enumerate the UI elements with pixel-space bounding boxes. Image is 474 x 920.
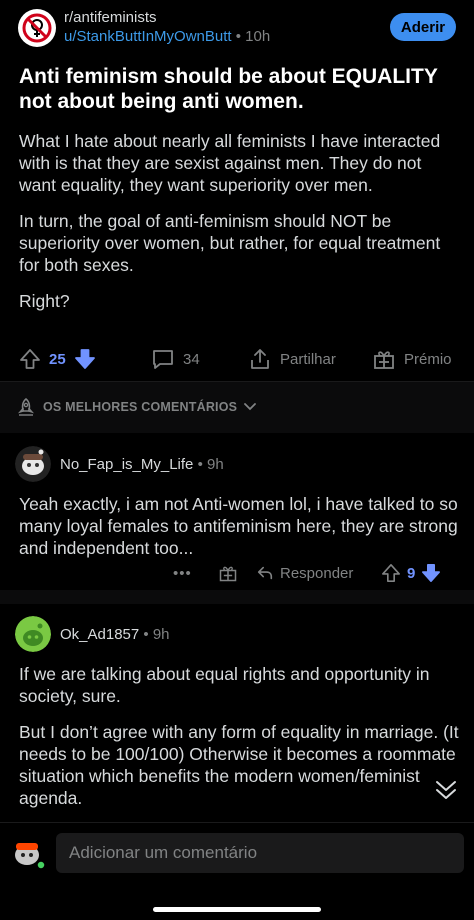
comment-count: 34 xyxy=(183,350,200,368)
comment-vote-count: 9 xyxy=(407,564,416,582)
comment-age: 9h xyxy=(152,626,170,643)
avatar[interactable] xyxy=(15,446,51,482)
comment-author-name[interactable]: Ok_Ad1857 xyxy=(60,626,139,643)
no-feminism-symbol-icon xyxy=(22,13,52,43)
post-author-link[interactable]: u/StankButtInMyOwnButt xyxy=(64,28,232,45)
award-button[interactable] xyxy=(218,560,238,586)
post-paragraph: In turn, the goal of anti-feminism shoul… xyxy=(19,211,441,275)
meta-separator: • xyxy=(193,456,207,473)
post-paragraph: What I hate about nearly all feminists I… xyxy=(19,131,441,195)
subreddit-icon[interactable] xyxy=(18,9,56,47)
share-label: Partilhar xyxy=(280,350,336,368)
comment-action-bar: ••• Responder 9 xyxy=(0,560,474,586)
comment-composer xyxy=(0,822,474,920)
downvote-icon[interactable] xyxy=(74,348,96,370)
avatar[interactable] xyxy=(15,616,51,652)
post-vote-count: 25 xyxy=(49,350,66,368)
avatar[interactable] xyxy=(10,833,48,871)
post-body: What I hate about nearly all feminists I… xyxy=(19,130,459,326)
reply-button[interactable]: Responder xyxy=(256,560,353,586)
comment-text: Yeah exactly, i am not Anti-women lol, i… xyxy=(19,494,458,558)
comments-button[interactable]: 34 xyxy=(151,344,200,374)
post-paragraph: Right? xyxy=(19,291,70,311)
comment-input[interactable] xyxy=(56,833,464,873)
post-action-bar: 25 34 Partilhar Prémio xyxy=(0,344,474,374)
upvote-icon[interactable] xyxy=(381,563,401,583)
snoo-avatar-icon xyxy=(15,616,51,652)
user-snoo-avatar-icon xyxy=(15,843,46,870)
meta-separator: • xyxy=(139,626,153,643)
snoo-avatar-icon xyxy=(15,446,51,482)
downvote-icon[interactable] xyxy=(421,563,441,583)
post-title: Anti feminism should be about EQUALITY n… xyxy=(19,65,438,113)
more-icon: ••• xyxy=(173,564,192,582)
comment-author: Ok_Ad1857 • 9h xyxy=(60,626,170,643)
comment-vote-group: 9 xyxy=(381,560,441,586)
comment-bubble-icon xyxy=(153,350,173,369)
post-header: r/antifeminists u/StankButtInMyOwnButt •… xyxy=(0,0,474,56)
comment-divider xyxy=(0,590,474,604)
meta-separator: • xyxy=(231,28,246,45)
gift-icon xyxy=(219,566,237,582)
share-icon xyxy=(251,349,269,369)
reply-label: Responder xyxy=(280,564,354,582)
comment-age: 9h xyxy=(207,456,224,473)
award-label: Prémio xyxy=(404,350,452,368)
post-vote-group: 25 xyxy=(19,344,96,374)
join-button[interactable]: Aderir xyxy=(390,13,456,41)
comment-author: No_Fap_is_My_Life • 9h xyxy=(60,456,224,473)
rocket-icon xyxy=(17,398,35,416)
comment-paragraph: But I don’t agree with any form of equal… xyxy=(19,722,459,808)
post-age: 10h xyxy=(245,28,271,45)
double-chevron-down-icon xyxy=(436,781,456,799)
chevron-down-icon xyxy=(244,403,257,411)
share-button[interactable]: Partilhar xyxy=(248,344,336,374)
upvote-icon[interactable] xyxy=(19,348,41,370)
comment-author-name[interactable]: No_Fap_is_My_Life xyxy=(60,456,193,473)
reply-arrow-icon xyxy=(257,566,273,580)
comment-text: If we are talking about equal rights and… xyxy=(19,663,459,823)
gift-icon xyxy=(374,351,394,369)
post-meta: u/StankButtInMyOwnButt • 10h xyxy=(64,28,270,45)
more-options-button[interactable]: ••• xyxy=(173,560,192,586)
home-indicator[interactable] xyxy=(153,907,321,912)
comment-paragraph: If we are talking about equal rights and… xyxy=(19,664,430,706)
award-button[interactable]: Prémio xyxy=(372,344,452,374)
comment-sort-selector[interactable]: OS MELHORES COMENTÁRIOS xyxy=(15,398,257,416)
sort-label: OS MELHORES COMENTÁRIOS xyxy=(43,400,238,414)
subreddit-name[interactable]: r/antifeminists xyxy=(64,9,157,26)
next-comment-button[interactable] xyxy=(432,776,460,804)
